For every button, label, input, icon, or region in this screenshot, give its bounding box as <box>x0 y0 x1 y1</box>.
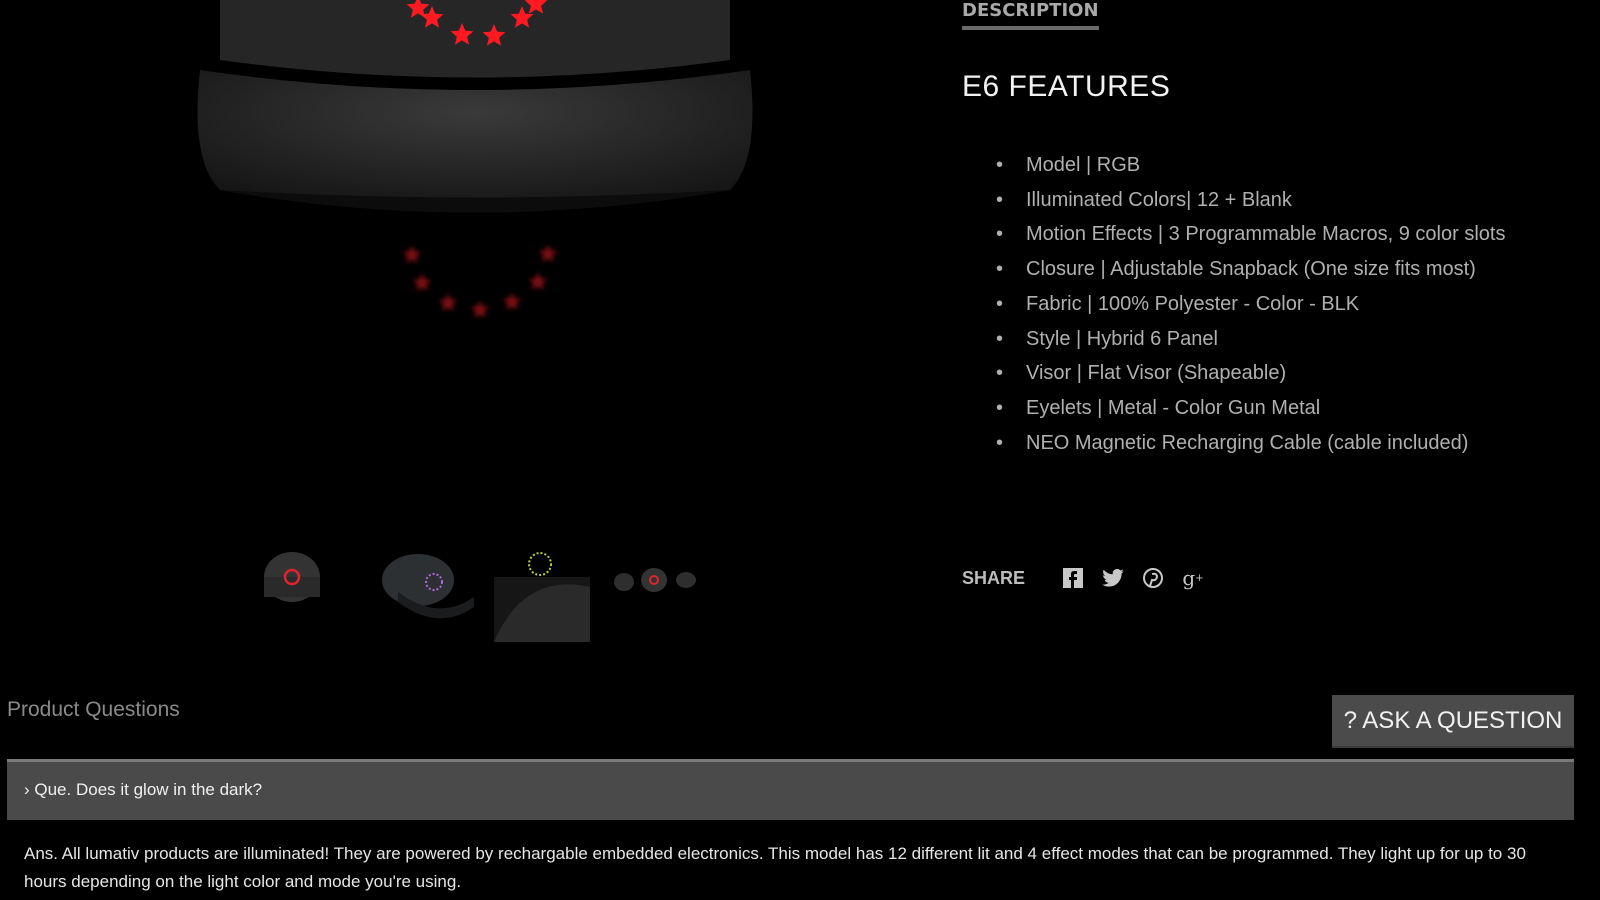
question-toggle[interactable]: › Que. Does it glow in the dark? <box>7 759 1574 820</box>
led-star <box>528 272 548 291</box>
led-star <box>412 273 432 292</box>
led-star <box>438 293 458 312</box>
question-text: › Que. Does it glow in the dark? <box>24 780 263 799</box>
led-star <box>502 292 522 311</box>
facebook-icon[interactable] <box>1061 566 1085 590</box>
product-questions-title: Product Questions <box>7 698 180 721</box>
feature-item: Eyelets | Metal - Color Gun Metal <box>996 391 1566 426</box>
thumbnail-3[interactable] <box>494 552 590 642</box>
share-label: SHARE <box>962 567 1026 588</box>
share-bar: SHARE g + <box>962 566 1205 590</box>
feature-item: Motion Effects | 3 Programmable Macros, … <box>996 217 1566 252</box>
ask-question-button[interactable]: ? ASK A QUESTION <box>1332 695 1574 748</box>
feature-item: Closure | Adjustable Snapback (One size … <box>996 252 1566 287</box>
feature-item: Fabric | 100% Polyester - Color - BLK <box>996 287 1566 322</box>
thumbnail-1[interactable] <box>262 552 358 642</box>
google-plus-icon[interactable]: g + <box>1181 566 1205 590</box>
answer-text: Ans. All lumativ products are illuminate… <box>24 844 1526 891</box>
led-star <box>538 244 558 263</box>
feature-item: Style | Hybrid 6 Panel <box>996 322 1566 357</box>
features-title: E6 FEATURES <box>962 70 1171 103</box>
tab-description[interactable]: DESCRIPTION <box>962 0 1099 30</box>
twitter-icon[interactable] <box>1101 566 1125 590</box>
thumbnail-strip <box>262 552 706 642</box>
thumbnail-2[interactable] <box>378 552 474 642</box>
features-list: Model | RGB Illuminated Colors| 12 + Bla… <box>996 148 1566 460</box>
feature-item: NEO Magnetic Recharging Cable (cable inc… <box>996 426 1566 461</box>
led-star <box>470 300 490 319</box>
product-image <box>197 0 753 319</box>
pinterest-icon[interactable] <box>1141 566 1165 590</box>
feature-item: Illuminated Colors| 12 + Blank <box>996 183 1566 218</box>
thumbnail-4[interactable] <box>610 552 706 642</box>
feature-item: Model | RGB <box>996 148 1566 183</box>
feature-item: Visor | Flat Visor (Shapeable) <box>996 356 1566 391</box>
led-star <box>402 245 422 264</box>
